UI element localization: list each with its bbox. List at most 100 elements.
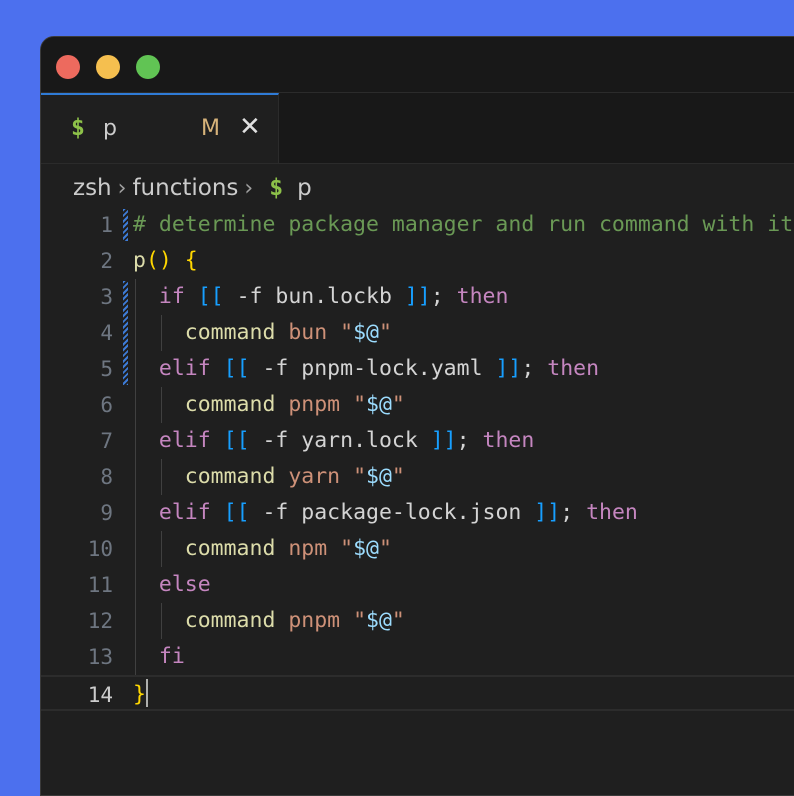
code-token: " [340, 536, 354, 561]
code-text: command yarn "$@" [133, 459, 405, 495]
code-token: $@ [366, 608, 392, 633]
code-token: p [133, 248, 146, 273]
tab-bar: $ p M ✕ [41, 93, 794, 164]
code-token: () [145, 248, 172, 273]
code-token: ; [456, 428, 483, 453]
git-change-marker[interactable] [123, 281, 128, 385]
code-token: then [482, 428, 535, 453]
line-number: 10 [87, 537, 113, 561]
line-number: 8 [100, 465, 113, 489]
code-line[interactable]: 2 p() { [41, 243, 794, 279]
line-number: 3 [100, 285, 113, 309]
code-token: then [547, 356, 600, 381]
code-text: else [133, 567, 211, 603]
modified-indicator: M [201, 116, 220, 141]
code-line[interactable]: 8 command yarn "$@" [41, 459, 794, 495]
code-token: command [184, 464, 276, 489]
code-token: ]] [495, 356, 522, 381]
code-token: ; [560, 500, 587, 525]
code-token: -f bun.lockb [223, 284, 405, 309]
code-line[interactable]: 6 command pnpm "$@" [41, 387, 794, 423]
code-text: elif [[ -f pnpm-lock.yaml ]]; then [133, 351, 599, 387]
tab-label: p [103, 116, 117, 141]
code-token: command [184, 608, 276, 633]
chevron-right-icon: › [117, 175, 127, 201]
indent-guide [135, 279, 136, 675]
code-token: " [378, 320, 392, 345]
line-number: 5 [100, 357, 113, 381]
shell-file-icon: $ [269, 175, 284, 201]
breadcrumb-item-zsh[interactable]: zsh [73, 175, 112, 201]
code-token: fi [158, 644, 185, 669]
editor-window: $ p M ✕ zsh › functions › $ p 1 # determi… [40, 36, 794, 796]
code-line[interactable]: 14} [41, 675, 794, 711]
code-token: { [184, 248, 198, 273]
code-line[interactable]: 13 fi [41, 639, 794, 675]
code-token: ]] [404, 284, 431, 309]
git-change-marker[interactable] [123, 209, 128, 241]
zoom-window-button[interactable] [136, 55, 160, 79]
code-line[interactable]: 1 # determine package manager and run com… [41, 207, 794, 243]
code-token: then [586, 500, 638, 525]
code-token: elif [158, 500, 211, 525]
line-number: 13 [87, 645, 113, 669]
code-token: " [378, 536, 392, 561]
code-line[interactable]: 4 command bun "$@" [41, 315, 794, 351]
code-text: fi [133, 639, 185, 675]
line-number: 12 [87, 609, 113, 633]
line-number: 7 [100, 429, 113, 453]
code-line[interactable]: 9 elif [[ -f package-lock.json ]]; then [41, 495, 794, 531]
code-token: " [353, 392, 367, 417]
code-token: -f pnpm-lock.yaml [249, 356, 496, 381]
indent-guide [160, 603, 162, 639]
code-token: [[ [223, 500, 250, 525]
code-line[interactable]: 3 if [[ -f bun.lockb ]]; then [41, 279, 794, 315]
code-line[interactable]: 11 else [41, 567, 794, 603]
code-line[interactable]: 10 command npm "$@" [41, 531, 794, 567]
breadcrumb-item-file[interactable]: p [297, 175, 312, 201]
indent-guide [160, 459, 162, 495]
minimize-window-button[interactable] [96, 55, 120, 79]
line-number: 11 [87, 573, 113, 597]
code-token: " [340, 320, 354, 345]
code-token: $@ [366, 464, 392, 489]
code-text: if [[ -f bun.lockb ]]; then [133, 279, 509, 315]
indent-guide [160, 387, 162, 423]
code-line[interactable]: 12 command pnpm "$@" [41, 603, 794, 639]
code-token: [[ [223, 428, 250, 453]
code-token: pnpm [288, 392, 341, 417]
tab-p[interactable]: $ p M ✕ [41, 93, 279, 163]
close-icon[interactable]: ✕ [239, 112, 261, 142]
code-token: bun [288, 320, 328, 345]
chevron-right-icon: › [244, 175, 254, 201]
code-text: elif [[ -f yarn.lock ]]; then [133, 423, 534, 459]
breadcrumb: zsh › functions › $ p [73, 171, 312, 205]
code-line[interactable]: 5 elif [[ -f pnpm-lock.yaml ]]; then [41, 351, 794, 387]
code-token: " [391, 392, 405, 417]
code-token: else [158, 572, 211, 597]
code-line[interactable]: 7 elif [[ -f yarn.lock ]]; then [41, 423, 794, 459]
close-window-button[interactable] [56, 55, 80, 79]
breadcrumb-item-functions[interactable]: functions [132, 175, 238, 201]
code-token: " [391, 608, 405, 633]
indent-guide [160, 315, 162, 351]
code-text: command npm "$@" [133, 531, 392, 567]
code-token: elif [158, 356, 211, 381]
code-token: [[ [223, 356, 250, 381]
